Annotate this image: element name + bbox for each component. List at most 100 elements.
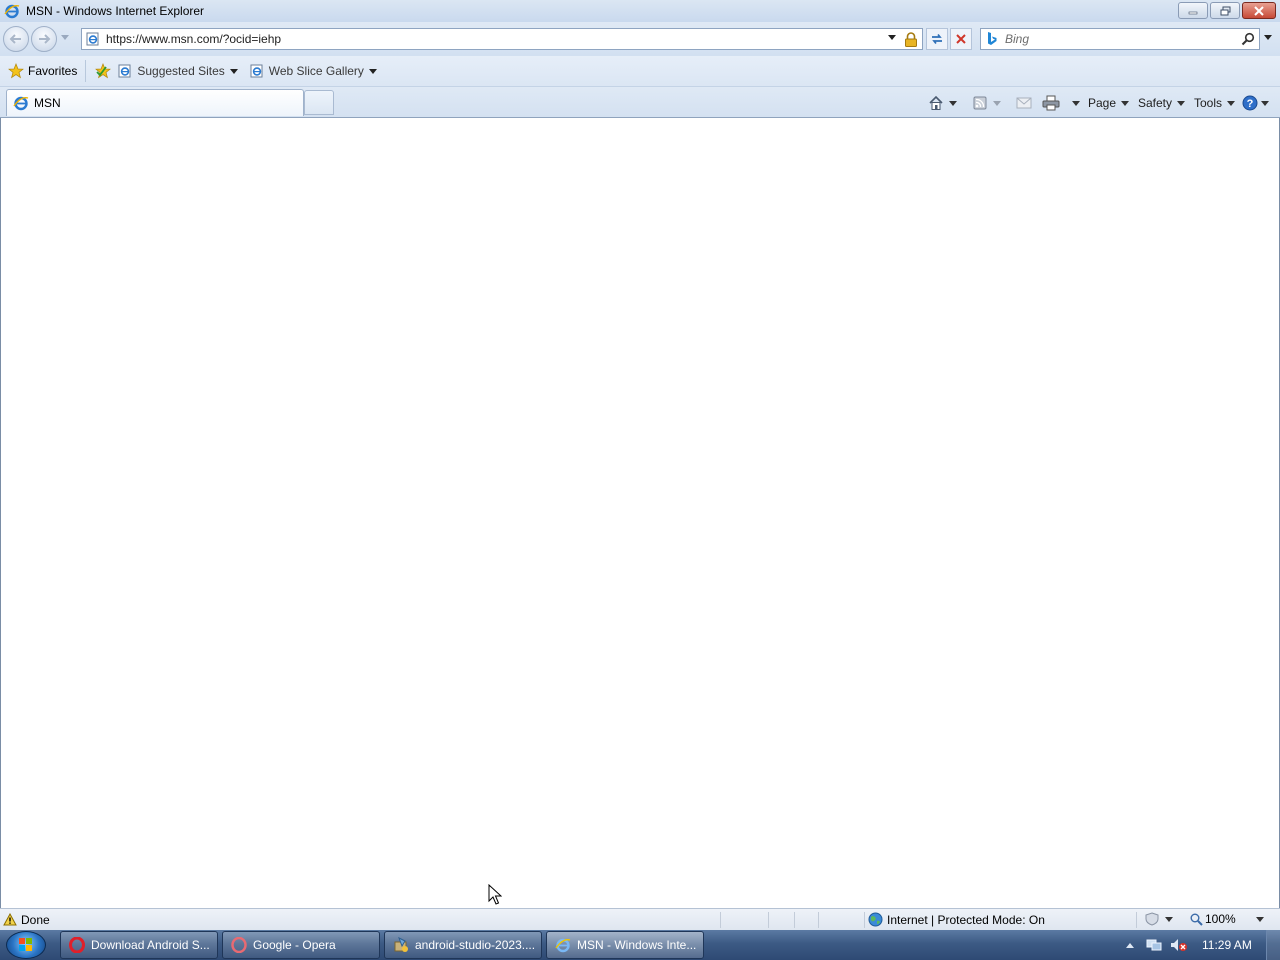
ie-icon xyxy=(555,938,571,953)
favorites-bar: Favorites Suggested Sites Web Slice Gall… xyxy=(0,56,1280,87)
title-bar: MSN - Windows Internet Explorer xyxy=(0,0,1280,22)
security-zone-text: Internet | Protected Mode: On xyxy=(887,912,1045,927)
tab-row: MSN Page Safety Tools ? xyxy=(0,87,1280,118)
back-button[interactable] xyxy=(3,26,29,52)
suggested-sites-button[interactable]: Suggested Sites xyxy=(118,60,238,82)
start-button[interactable] xyxy=(6,931,46,959)
chevron-down-icon[interactable] xyxy=(1072,100,1080,106)
show-desktop-button[interactable] xyxy=(1266,930,1280,960)
chevron-down-icon xyxy=(1121,100,1130,106)
window-title: MSN - Windows Internet Explorer xyxy=(26,4,205,18)
globe-icon xyxy=(868,912,883,927)
ie-icon xyxy=(4,4,20,19)
chevron-down-icon[interactable] xyxy=(949,100,957,106)
minimize-icon xyxy=(1188,11,1198,14)
windows-logo-icon xyxy=(19,938,32,951)
mail-icon xyxy=(1016,97,1032,109)
shield-icon xyxy=(1145,912,1159,926)
refresh-icon xyxy=(932,33,942,45)
status-divider xyxy=(794,912,795,928)
page-menu-label: Page xyxy=(1088,96,1117,110)
chevron-down-icon xyxy=(229,68,238,74)
network-icon[interactable] xyxy=(1146,938,1162,952)
stop-icon xyxy=(956,34,966,44)
chevron-down-icon xyxy=(1177,100,1186,106)
zoom-control[interactable]: 100% xyxy=(1190,912,1264,926)
favorites-star-icon xyxy=(8,63,24,79)
forward-button[interactable] xyxy=(31,26,57,52)
show-hidden-icons-icon[interactable] xyxy=(1126,942,1134,948)
installer-icon xyxy=(394,937,408,952)
protected-mode-button[interactable] xyxy=(1144,912,1173,926)
back-arrow-icon xyxy=(9,34,21,44)
taskbar-item-label: android-studio-2023.... xyxy=(415,938,536,952)
taskbar-item-label: Download Android S... xyxy=(91,938,210,952)
chevron-down-icon xyxy=(368,68,377,74)
page-ie-icon xyxy=(86,32,99,46)
address-bar[interactable]: https://www.msn.com/?ocid=iehp xyxy=(81,28,923,50)
web-slice-gallery-label: Web Slice Gallery xyxy=(268,64,364,78)
favorites-button[interactable]: Favorites xyxy=(8,60,87,82)
home-icon xyxy=(929,95,943,110)
taskbar-item-android-studio[interactable]: android-studio-2023.... xyxy=(384,931,542,959)
chevron-down-icon xyxy=(1261,100,1269,106)
tools-menu-button[interactable]: Tools xyxy=(1194,93,1236,113)
chevron-down-icon[interactable] xyxy=(993,100,1001,106)
home-button[interactable] xyxy=(928,93,957,113)
taskbar-item-msn-ie[interactable]: MSN - Windows Inte... xyxy=(546,931,704,959)
status-divider xyxy=(720,912,721,928)
stop-button[interactable] xyxy=(950,28,972,50)
rss-feed-icon xyxy=(973,96,987,110)
help-icon: ? xyxy=(1242,95,1258,111)
taskbar: Download Android S... Google - Opera and… xyxy=(0,930,1280,960)
recent-pages-dropdown-icon[interactable] xyxy=(61,35,69,40)
warning-icon xyxy=(3,913,17,926)
status-divider xyxy=(1136,912,1137,928)
suggested-sites-label: Suggested Sites xyxy=(137,64,225,78)
minimize-button[interactable] xyxy=(1178,2,1208,19)
taskbar-item-download-android[interactable]: Download Android S... xyxy=(60,931,218,959)
address-dropdown-icon[interactable] xyxy=(888,35,896,40)
close-button[interactable] xyxy=(1242,2,1276,19)
chevron-down-icon xyxy=(1165,916,1173,922)
volume-muted-icon[interactable] xyxy=(1170,938,1188,952)
taskbar-item-google-opera[interactable]: Google - Opera xyxy=(222,931,380,959)
status-divider xyxy=(864,912,865,928)
status-divider xyxy=(768,912,769,928)
status-bar: Done Internet | Protected Mode: On 100% xyxy=(0,908,1280,930)
feeds-button[interactable] xyxy=(972,93,1001,113)
security-zone[interactable]: Internet | Protected Mode: On xyxy=(868,912,1045,927)
svg-text:?: ? xyxy=(1247,98,1254,110)
forward-arrow-icon xyxy=(39,34,51,44)
taskbar-item-label: Google - Opera xyxy=(253,938,336,952)
print-button[interactable] xyxy=(1042,93,1080,113)
tab-msn[interactable]: MSN xyxy=(6,89,304,116)
page-menu-button[interactable]: Page xyxy=(1088,93,1130,113)
restore-button[interactable] xyxy=(1210,2,1240,19)
chevron-down-icon xyxy=(1255,916,1264,922)
clock[interactable]: 11:29 AM xyxy=(1202,938,1252,952)
web-slice-gallery-button[interactable]: Web Slice Gallery xyxy=(250,60,377,82)
new-tab-button[interactable] xyxy=(304,90,334,115)
page-content[interactable] xyxy=(0,118,1280,908)
navigation-bar: https://www.msn.com/?ocid=iehp Bing xyxy=(0,22,1280,56)
restore-icon xyxy=(1220,6,1230,15)
read-mail-button[interactable] xyxy=(1016,93,1032,113)
help-button[interactable]: ? xyxy=(1242,93,1269,113)
search-icon[interactable] xyxy=(1241,32,1255,46)
zoom-icon xyxy=(1190,913,1203,926)
tools-menu-label: Tools xyxy=(1194,96,1223,110)
system-tray: 11:29 AM xyxy=(1120,930,1280,960)
search-options-dropdown-icon[interactable] xyxy=(1264,35,1272,40)
mouse-cursor-icon xyxy=(488,884,502,905)
lock-icon[interactable] xyxy=(904,32,918,47)
url-text: https://www.msn.com/?ocid=iehp xyxy=(106,32,282,46)
refresh-button[interactable] xyxy=(926,28,948,50)
search-box[interactable]: Bing xyxy=(980,28,1260,50)
safety-menu-button[interactable]: Safety xyxy=(1138,93,1186,113)
status-divider xyxy=(818,912,819,928)
opera-icon xyxy=(69,937,85,953)
add-to-favorites-bar-button[interactable] xyxy=(94,60,112,82)
web-slice-ie-icon xyxy=(250,64,263,78)
tab-label: MSN xyxy=(34,96,61,110)
